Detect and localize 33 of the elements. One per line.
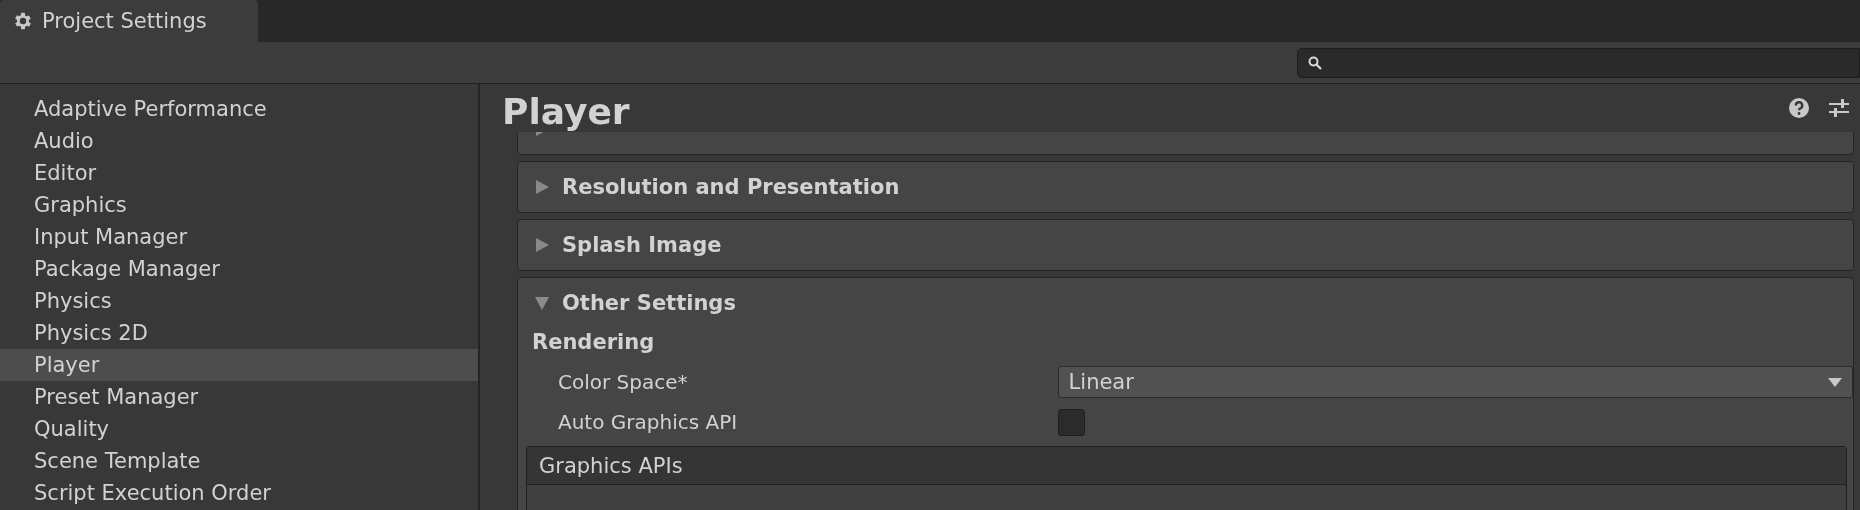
checkbox[interactable] bbox=[1058, 408, 1085, 436]
sidebar-item[interactable]: Audio bbox=[0, 125, 478, 157]
sidebar-item[interactable]: Package Manager bbox=[0, 253, 478, 285]
field-label: Auto Graphics API bbox=[558, 410, 739, 434]
sidebar-item[interactable]: Physics 2D bbox=[0, 317, 478, 349]
dropdown[interactable]: Linear bbox=[1057, 366, 1853, 398]
group-heading: Rendering bbox=[531, 329, 656, 356]
sidebar-item[interactable]: Editor bbox=[0, 157, 478, 189]
sidebar-item[interactable]: Scene Template bbox=[0, 445, 478, 477]
sliders-icon[interactable] bbox=[1828, 97, 1850, 119]
collapse-triangle-icon[interactable] bbox=[534, 295, 550, 311]
help-icon[interactable] bbox=[1788, 97, 1810, 119]
field-label: Color Space* bbox=[558, 370, 689, 394]
sidebar-item[interactable]: Player bbox=[0, 349, 478, 381]
search-icon bbox=[1308, 55, 1322, 70]
sidebar-item[interactable]: Preset Manager bbox=[0, 381, 478, 413]
foldout-title[interactable]: Splash Image bbox=[562, 233, 722, 257]
caret-icon bbox=[1828, 377, 1842, 387]
gear-icon bbox=[12, 10, 34, 32]
sidebar-item[interactable]: Input Manager bbox=[0, 221, 478, 253]
panel-title: Player bbox=[502, 89, 630, 132]
sidebar-item[interactable]: Adaptive Performance bbox=[0, 93, 478, 125]
sidebar-item[interactable]: Quality bbox=[0, 413, 478, 445]
foldout-title[interactable]: Resolution and Presentation bbox=[562, 175, 900, 199]
search-field[interactable] bbox=[1297, 47, 1860, 78]
expand-triangle-icon[interactable] bbox=[534, 179, 550, 195]
sidebar-item[interactable]: Graphics bbox=[0, 189, 478, 221]
window-tab[interactable]: Project Settings bbox=[0, 0, 258, 42]
list-header: Graphics APIs bbox=[527, 447, 1846, 485]
sidebar-item[interactable]: Script Execution Order bbox=[0, 477, 478, 509]
foldout-title[interactable]: Other Settings bbox=[562, 291, 736, 315]
expand-triangle-icon[interactable] bbox=[534, 237, 550, 253]
sidebar-item[interactable]: Physics bbox=[0, 285, 478, 317]
